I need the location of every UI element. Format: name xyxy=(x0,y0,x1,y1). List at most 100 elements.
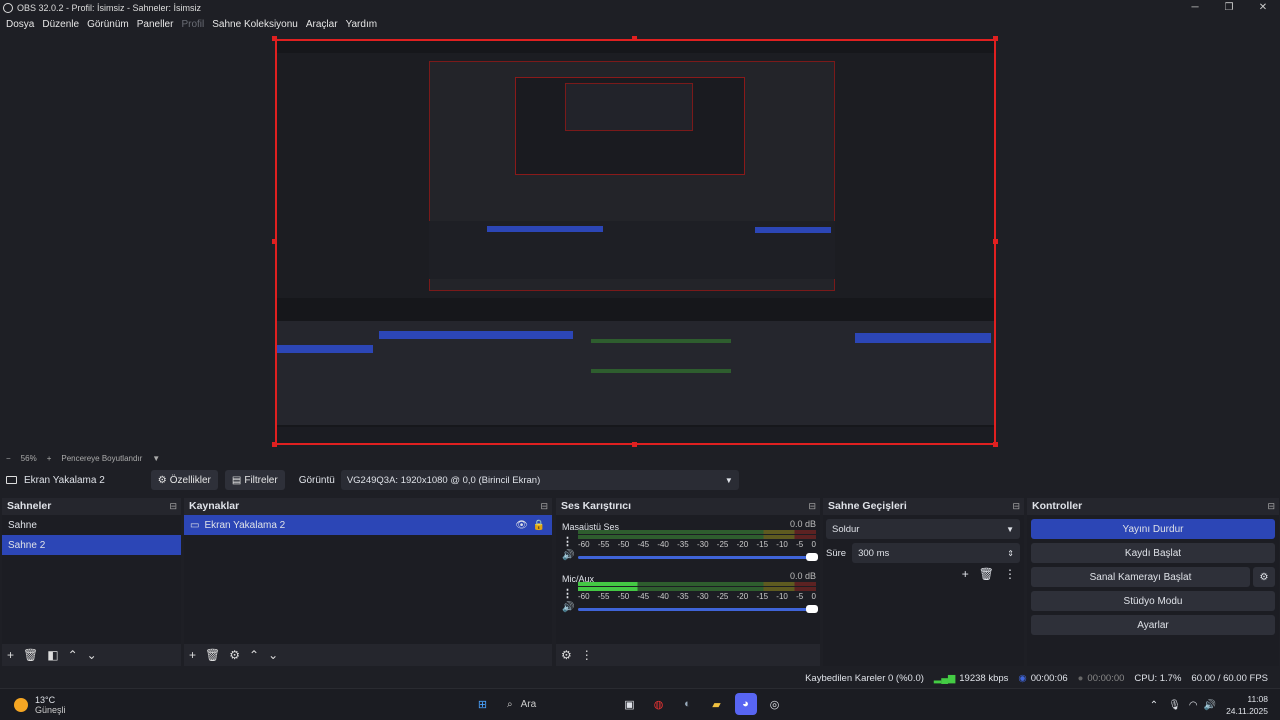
more-vert-icon[interactable]: ⋮ xyxy=(562,587,573,600)
menu-bar: Dosya Düzenle Görünüm Paneller Profil Sa… xyxy=(0,16,379,32)
gear-icon[interactable]: ⚙ xyxy=(229,648,240,662)
volume-icon[interactable]: 🔊 xyxy=(1204,700,1216,711)
bitrate: 19238 kbps xyxy=(959,672,1009,684)
slider-knob[interactable] xyxy=(806,553,818,561)
move-up-icon[interactable]: ⌃ xyxy=(68,648,78,662)
maximize-icon[interactable]: ❐ xyxy=(1212,0,1246,15)
undock-icon[interactable]: ⊟ xyxy=(1267,501,1275,512)
task-view-icon[interactable]: ▣ xyxy=(619,693,641,715)
settings-button[interactable]: Ayarlar xyxy=(1031,615,1275,635)
tick-label: -55 xyxy=(597,540,610,549)
menu-file[interactable]: Dosya xyxy=(6,19,34,30)
start-virtual-camera-button[interactable]: Sanal Kamerayı Başlat xyxy=(1031,567,1250,587)
volume-slider[interactable] xyxy=(578,553,818,561)
menu-tools[interactable]: Araçlar xyxy=(306,19,338,30)
filter-icon[interactable]: ◧ xyxy=(47,648,58,662)
resize-handle[interactable] xyxy=(272,239,277,244)
gear-icon[interactable]: ⚙ xyxy=(1253,567,1275,587)
start-icon[interactable]: ⊞ xyxy=(472,693,494,715)
tick-label: -35 xyxy=(677,540,689,549)
taskbar-search[interactable]: ⌕ Ara xyxy=(501,693,611,715)
trash-icon[interactable]: 🗑 xyxy=(205,648,220,662)
start-recording-button[interactable]: Kaydı Başlat xyxy=(1031,543,1275,563)
chrome-icon[interactable]: ◍ xyxy=(648,693,670,715)
move-down-icon[interactable]: ⌄ xyxy=(87,648,97,662)
weather-widget[interactable]: 13°C Güneşli xyxy=(14,695,66,715)
scene-item[interactable]: Sahne xyxy=(2,515,181,535)
undock-icon[interactable]: ⊟ xyxy=(540,501,548,512)
obs-icon[interactable]: ◎ xyxy=(764,693,786,715)
chevron-up-icon[interactable]: ⌃ xyxy=(1150,700,1158,711)
advanced-audio-icon[interactable]: ⚙ xyxy=(561,648,572,662)
monitor-icon xyxy=(6,476,17,484)
menu-scene-collection[interactable]: Sahne Koleksiyonu xyxy=(212,19,298,30)
obs-logo-icon xyxy=(3,2,13,13)
undock-icon[interactable]: ⊟ xyxy=(1012,501,1020,512)
menu-view[interactable]: Görünüm xyxy=(87,19,129,30)
menu-profile[interactable]: Profil xyxy=(181,19,204,30)
eye-icon[interactable]: 👁 xyxy=(515,520,528,531)
file-explorer-icon[interactable]: ▰ xyxy=(706,693,728,715)
volume-slider[interactable] xyxy=(578,605,818,613)
stepper-icon[interactable]: ⇕ xyxy=(1007,549,1014,558)
weather-condition: Güneşli xyxy=(35,705,66,715)
zoom-in-button[interactable]: + xyxy=(47,454,52,463)
filters-button[interactable]: ▤ Filtreler xyxy=(224,470,285,490)
transition-select[interactable]: Soldur ▼ xyxy=(826,519,1020,539)
record-icon: ● xyxy=(1077,672,1084,684)
more-vert-icon[interactable]: ⋮ xyxy=(581,648,593,662)
minimize-icon[interactable]: ─ xyxy=(1178,0,1212,15)
discord-icon[interactable]: ◕ xyxy=(734,693,757,715)
more-vert-icon[interactable]: ⋮ xyxy=(562,535,573,548)
display-select[interactable]: VG249Q3A: 1920x1080 @ 0,0 (Birincil Ekra… xyxy=(340,470,739,490)
speaker-icon[interactable]: 🔊 xyxy=(562,550,574,561)
resize-handle[interactable] xyxy=(632,442,637,447)
lock-icon[interactable]: 🔒 xyxy=(533,520,545,531)
close-icon[interactable]: ✕ xyxy=(1246,0,1280,15)
slider-knob[interactable] xyxy=(806,605,818,613)
add-icon[interactable]: + xyxy=(7,648,14,662)
resize-handle[interactable] xyxy=(632,36,637,41)
stream-icon: ◉ xyxy=(1018,672,1027,684)
steam-icon[interactable]: ◐ xyxy=(677,693,699,715)
trash-icon[interactable]: 🗑 xyxy=(979,567,994,581)
undock-icon[interactable]: ⊟ xyxy=(808,501,816,512)
trash-icon[interactable]: 🗑 xyxy=(23,648,38,662)
tick-label: 0 xyxy=(811,592,816,601)
more-vert-icon[interactable]: ⋮ xyxy=(1004,567,1016,581)
stop-stream-button[interactable]: Yayını Durdur xyxy=(1031,519,1275,539)
resize-handle[interactable] xyxy=(993,36,998,41)
move-up-icon[interactable]: ⌃ xyxy=(249,648,259,662)
screen-capture-preview[interactable] xyxy=(275,39,996,445)
resize-handle[interactable] xyxy=(993,442,998,447)
menu-help[interactable]: Yardım xyxy=(346,19,378,30)
properties-label: Özellikler xyxy=(169,474,211,486)
duration-input[interactable]: 300 ms ⇕ xyxy=(852,543,1020,563)
fit-to-window-button[interactable]: Pencereye Boyutlandır xyxy=(61,454,142,463)
speaker-icon[interactable]: 🔊 xyxy=(562,602,574,613)
menu-docks[interactable]: Paneller xyxy=(137,19,174,30)
add-icon[interactable]: + xyxy=(189,648,196,662)
menu-edit[interactable]: Düzenle xyxy=(42,19,79,30)
microphone-icon[interactable]: 🎙 xyxy=(1168,700,1181,711)
resize-handle[interactable] xyxy=(272,442,277,447)
tick-label: -20 xyxy=(736,592,749,601)
scene-item-selected[interactable]: Sahne 2 xyxy=(2,535,181,555)
date: 24.11.2025 xyxy=(1226,706,1268,716)
chevron-down-icon[interactable]: ▼ xyxy=(152,454,160,463)
transitions-title: Sahne Geçişleri xyxy=(828,500,907,512)
resize-handle[interactable] xyxy=(993,239,998,244)
studio-mode-button[interactable]: Stüdyo Modu xyxy=(1031,591,1275,611)
properties-button[interactable]: ⚙ Özellikler xyxy=(150,470,218,490)
zoom-out-button[interactable]: − xyxy=(6,454,11,463)
scenes-dock: Sahneler ⊟ Sahne Sahne 2 + 🗑 ◧ ⌃ ⌄ xyxy=(2,498,181,666)
duration-value: 300 ms xyxy=(858,547,890,559)
move-down-icon[interactable]: ⌄ xyxy=(268,648,278,662)
resize-handle[interactable] xyxy=(272,36,277,41)
wifi-icon[interactable]: ◠ xyxy=(1189,700,1198,711)
source-item[interactable]: ▭ Ekran Yakalama 2 👁 🔒 xyxy=(184,515,552,535)
add-icon[interactable]: + xyxy=(962,567,969,581)
time: 11:08 xyxy=(1247,694,1268,704)
clock[interactable]: 11:08 24.11.2025 xyxy=(1226,693,1268,717)
undock-icon[interactable]: ⊟ xyxy=(169,501,177,512)
